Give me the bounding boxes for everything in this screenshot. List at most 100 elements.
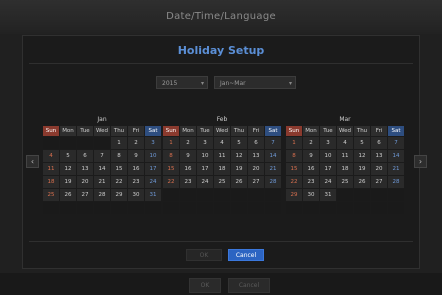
- day-cell[interactable]: 9: [128, 150, 144, 162]
- day-cell[interactable]: 28: [388, 176, 404, 188]
- day-cell[interactable]: 1: [286, 137, 302, 149]
- day-cell[interactable]: 30: [303, 189, 319, 201]
- day-cell[interactable]: 7: [265, 137, 281, 149]
- day-cell[interactable]: 16: [128, 163, 144, 175]
- day-cell[interactable]: 29: [111, 189, 127, 201]
- day-cell[interactable]: 30: [128, 189, 144, 201]
- day-cell[interactable]: 17: [145, 163, 161, 175]
- day-cell[interactable]: 27: [248, 176, 264, 188]
- day-cell[interactable]: 21: [388, 163, 404, 175]
- day-cell[interactable]: 20: [248, 163, 264, 175]
- day-cell[interactable]: 22: [286, 176, 302, 188]
- day-cell[interactable]: 14: [94, 163, 110, 175]
- day-cell[interactable]: 5: [354, 137, 370, 149]
- day-cell[interactable]: 15: [286, 163, 302, 175]
- day-cell[interactable]: 21: [265, 163, 281, 175]
- day-cell[interactable]: 16: [180, 163, 196, 175]
- day-cell[interactable]: 22: [111, 176, 127, 188]
- day-cell[interactable]: 17: [197, 163, 213, 175]
- day-cell[interactable]: 23: [303, 176, 319, 188]
- day-cell[interactable]: 25: [214, 176, 230, 188]
- day-cell[interactable]: 14: [265, 150, 281, 162]
- day-cell[interactable]: 11: [43, 163, 59, 175]
- day-cell[interactable]: 24: [197, 176, 213, 188]
- day-cell[interactable]: 20: [77, 176, 93, 188]
- day-cell[interactable]: 24: [320, 176, 336, 188]
- day-cell[interactable]: 14: [388, 150, 404, 162]
- day-cell[interactable]: 27: [371, 176, 387, 188]
- day-cell[interactable]: 5: [60, 150, 76, 162]
- prev-quarter-button[interactable]: ‹: [26, 155, 39, 168]
- day-cell[interactable]: 2: [303, 137, 319, 149]
- day-cell[interactable]: 3: [145, 137, 161, 149]
- day-cell[interactable]: 7: [94, 150, 110, 162]
- day-cell[interactable]: 13: [77, 163, 93, 175]
- day-cell[interactable]: 25: [337, 176, 353, 188]
- day-cell[interactable]: 9: [180, 150, 196, 162]
- day-cell[interactable]: 15: [163, 163, 179, 175]
- day-cell[interactable]: 10: [320, 150, 336, 162]
- day-cell[interactable]: 12: [231, 150, 247, 162]
- day-cell[interactable]: 26: [60, 189, 76, 201]
- day-cell[interactable]: 4: [337, 137, 353, 149]
- day-cell[interactable]: 25: [43, 189, 59, 201]
- day-cell[interactable]: 8: [163, 150, 179, 162]
- day-cell[interactable]: 2: [180, 137, 196, 149]
- quarter-select[interactable]: Jan~Mar ▾: [214, 76, 296, 89]
- day-cell[interactable]: 12: [60, 163, 76, 175]
- window-cancel-button[interactable]: Cancel: [228, 278, 270, 293]
- day-cell[interactable]: 13: [371, 150, 387, 162]
- day-cell[interactable]: 10: [197, 150, 213, 162]
- day-cell[interactable]: 6: [77, 150, 93, 162]
- ok-button[interactable]: OK: [186, 249, 222, 261]
- window-ok-button[interactable]: OK: [189, 278, 221, 293]
- year-select[interactable]: 2015 ▾: [156, 76, 208, 89]
- day-cell[interactable]: 26: [354, 176, 370, 188]
- day-cell[interactable]: 11: [337, 150, 353, 162]
- day-cell[interactable]: 19: [60, 176, 76, 188]
- day-cell[interactable]: 10: [145, 150, 161, 162]
- day-cell[interactable]: 20: [371, 163, 387, 175]
- day-cell[interactable]: 11: [214, 150, 230, 162]
- day-cell[interactable]: 5: [231, 137, 247, 149]
- day-cell[interactable]: 2: [128, 137, 144, 149]
- day-cell[interactable]: 18: [43, 176, 59, 188]
- day-cell[interactable]: 19: [231, 163, 247, 175]
- day-cell[interactable]: 7: [388, 137, 404, 149]
- day-cell[interactable]: 31: [145, 189, 161, 201]
- day-cell[interactable]: 1: [163, 137, 179, 149]
- day-cell[interactable]: 8: [111, 150, 127, 162]
- day-cell[interactable]: 9: [303, 150, 319, 162]
- day-cell[interactable]: 8: [286, 150, 302, 162]
- day-cell[interactable]: 3: [197, 137, 213, 149]
- day-cell[interactable]: 26: [231, 176, 247, 188]
- weekday-header: Fri: [128, 126, 144, 136]
- day-cell[interactable]: 1: [111, 137, 127, 149]
- day-cell[interactable]: 24: [145, 176, 161, 188]
- next-quarter-button[interactable]: ›: [414, 155, 427, 168]
- day-cell[interactable]: 28: [265, 176, 281, 188]
- day-cell[interactable]: 4: [43, 150, 59, 162]
- day-cell[interactable]: 23: [128, 176, 144, 188]
- day-cell[interactable]: 13: [248, 150, 264, 162]
- day-cell[interactable]: 21: [94, 176, 110, 188]
- day-cell[interactable]: 4: [214, 137, 230, 149]
- day-cell[interactable]: 12: [354, 150, 370, 162]
- day-cell[interactable]: 17: [320, 163, 336, 175]
- day-cell[interactable]: 29: [286, 189, 302, 201]
- day-cell[interactable]: 3: [320, 137, 336, 149]
- day-cell[interactable]: 16: [303, 163, 319, 175]
- day-cell[interactable]: 23: [180, 176, 196, 188]
- day-cell[interactable]: 22: [163, 176, 179, 188]
- day-cell[interactable]: 6: [371, 137, 387, 149]
- empty-day-cell: [43, 202, 59, 214]
- day-cell[interactable]: 19: [354, 163, 370, 175]
- day-cell[interactable]: 27: [77, 189, 93, 201]
- cancel-button[interactable]: Cancel: [228, 249, 264, 261]
- day-cell[interactable]: 31: [320, 189, 336, 201]
- day-cell[interactable]: 28: [94, 189, 110, 201]
- day-cell[interactable]: 18: [214, 163, 230, 175]
- day-cell[interactable]: 6: [248, 137, 264, 149]
- day-cell[interactable]: 15: [111, 163, 127, 175]
- day-cell[interactable]: 18: [337, 163, 353, 175]
